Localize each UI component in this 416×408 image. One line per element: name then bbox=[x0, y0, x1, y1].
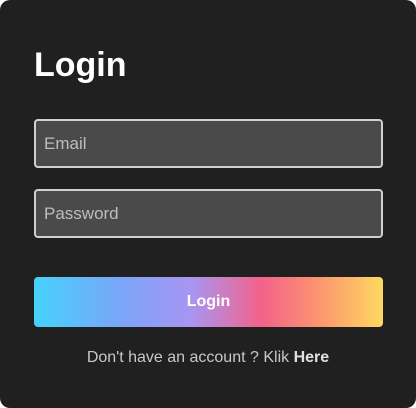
page-title: Login bbox=[34, 46, 127, 84]
signup-prompt: Don't have an account ? Klik Here bbox=[0, 347, 416, 369]
login-card: Login Login Don't have an account ? Klik… bbox=[0, 0, 416, 408]
signup-link[interactable]: Here bbox=[294, 349, 330, 366]
signup-prompt-text: Don't have an account ? Klik bbox=[86, 349, 290, 366]
email-field[interactable] bbox=[34, 119, 383, 168]
login-button[interactable]: Login bbox=[34, 277, 383, 327]
password-field[interactable] bbox=[34, 189, 383, 238]
